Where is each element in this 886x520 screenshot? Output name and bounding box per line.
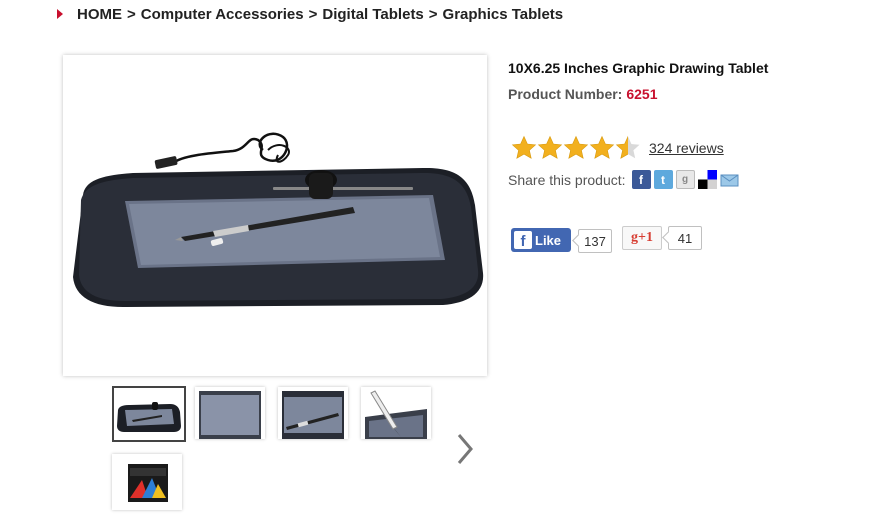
google-bookmarks-icon[interactable]: g [675, 170, 695, 189]
breadcrumb-separator: > [127, 5, 136, 23]
breadcrumb: HOME > Computer Accessories > Digital Ta… [57, 4, 563, 24]
product-title: 10X6.25 Inches Graphic Drawing Tablet [508, 60, 769, 76]
breadcrumb-arrow-icon [57, 9, 63, 19]
gplus-count: 41 [668, 226, 702, 250]
star-icon [511, 135, 537, 159]
breadcrumb-separator: > [308, 5, 318, 23]
thumbnail-pen-closeup-icon [361, 387, 431, 439]
thumbnail-pen-icon [278, 387, 348, 439]
product-rating: 324 reviews [511, 135, 724, 161]
email-envelope-icon [720, 174, 739, 187]
google-plus-button[interactable]: g+1 [622, 226, 662, 250]
delicious-icon-graphic [697, 170, 717, 189]
gallery-thumbnail-5[interactable] [112, 454, 182, 510]
breadcrumb-separator: > [428, 5, 438, 23]
like-count: 137 [578, 229, 612, 253]
gallery-next-arrow-icon[interactable] [454, 432, 476, 466]
gallery-thumbnail-3[interactable] [278, 387, 348, 439]
share-bar: Share this product: f t g [508, 170, 742, 189]
gallery-thumbnail-2[interactable] [195, 387, 265, 439]
facebook-like-button[interactable]: f Like [511, 228, 571, 252]
twitter-icon[interactable]: t [653, 170, 673, 189]
star-icon [615, 135, 640, 159]
breadcrumb-computer-accessories[interactable]: Computer Accessories [141, 6, 304, 23]
breadcrumb-home[interactable]: HOME [77, 6, 122, 23]
like-label: Like [535, 232, 562, 248]
thumbnail-box-icon [112, 454, 182, 510]
rating-stars [511, 135, 641, 161]
gallery-thumbnail-1[interactable] [112, 386, 186, 442]
reviews-link[interactable]: 324 reviews [649, 140, 724, 156]
thumbnail-surface-icon [195, 387, 265, 439]
product-main-image[interactable] [63, 55, 487, 376]
gallery-thumbnail-4[interactable] [361, 387, 431, 439]
star-icon [537, 135, 563, 159]
star-icon [563, 135, 589, 159]
product-number: Product Number: 6251 [508, 86, 658, 102]
breadcrumb-digital-tablets[interactable]: Digital Tablets [322, 6, 423, 23]
thumbnail-tablet-icon [114, 388, 184, 440]
breadcrumb-graphics-tablets[interactable]: Graphics Tablets [443, 6, 564, 23]
star-icon [589, 135, 615, 159]
product-number-label: Product Number: [508, 86, 623, 102]
share-label: Share this product: [508, 171, 626, 188]
delicious-icon[interactable] [697, 170, 717, 189]
facebook-f-icon: f [514, 231, 532, 249]
product-number-value: 6251 [626, 86, 658, 102]
facebook-icon[interactable]: f [631, 170, 651, 189]
email-icon[interactable] [719, 170, 739, 189]
tablet-illustration [73, 132, 484, 307]
